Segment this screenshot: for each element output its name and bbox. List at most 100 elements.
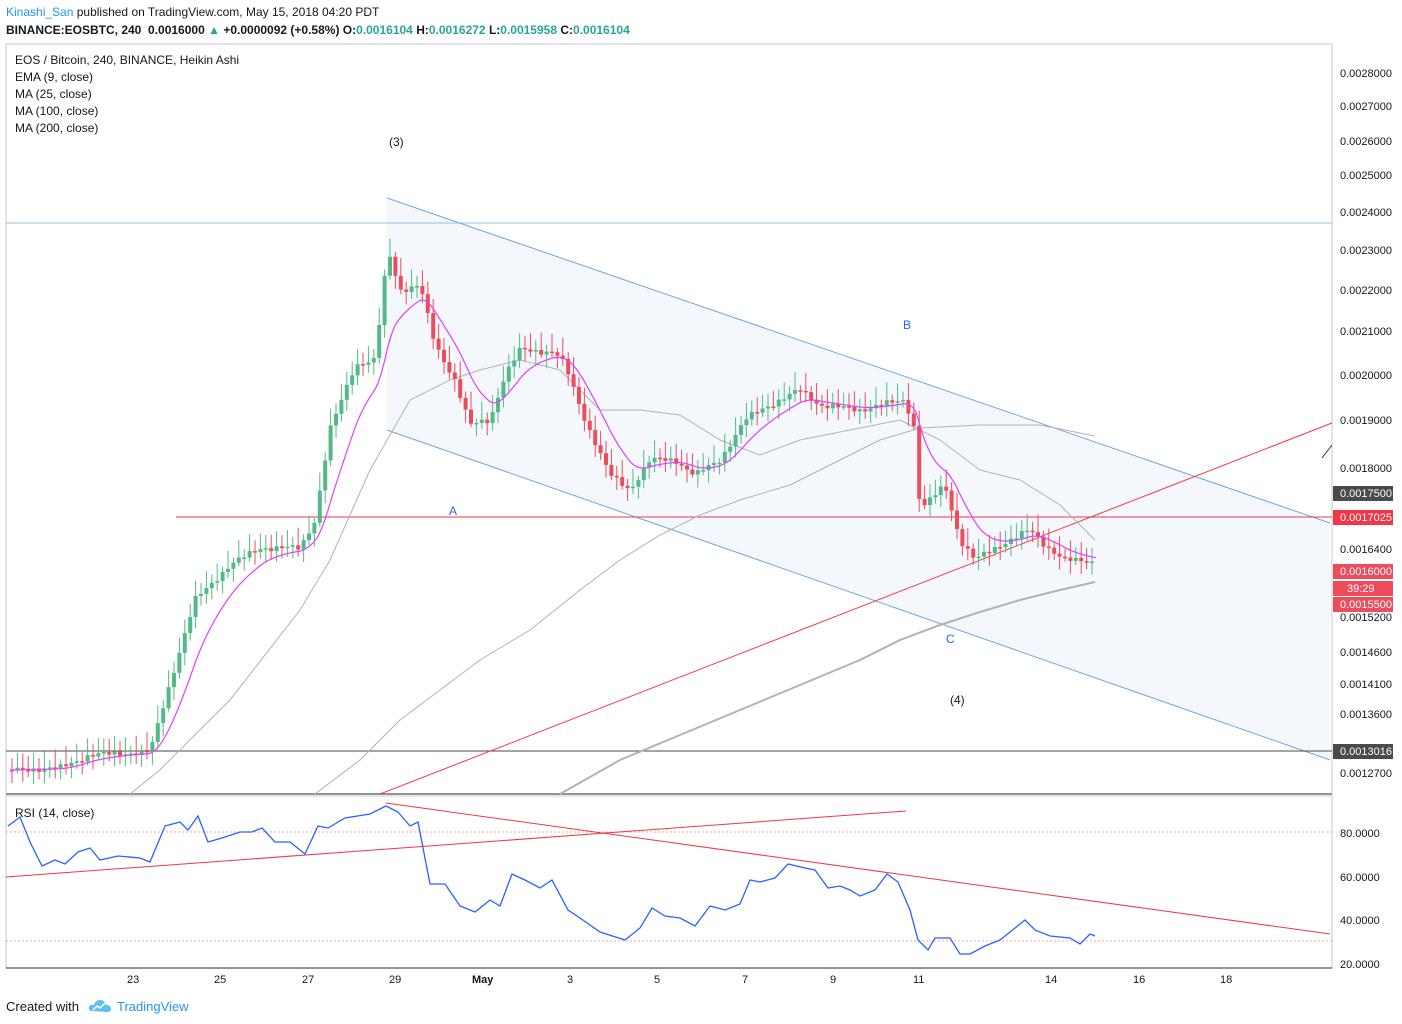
candle-body (161, 708, 166, 724)
candle-body (188, 616, 193, 634)
candle-body (404, 289, 409, 292)
time-axis[interactable]: 23 25 27 29 May 3 5 7 9 11 14 16 18 (127, 974, 1232, 986)
candle-body (658, 457, 662, 460)
author-link[interactable]: Kinashi_San (6, 5, 73, 19)
rsi-line (7, 805, 1096, 955)
candle-body (668, 458, 673, 461)
rsi-trendline-down[interactable] (385, 802, 1331, 935)
candle-body (431, 313, 436, 339)
rsi-legend[interactable]: RSI (14, close) (15, 806, 94, 820)
price-tick: 0.0014100 (1340, 679, 1392, 691)
wave-b-label: B (903, 318, 911, 332)
candle-body (712, 462, 716, 465)
chart-canvas[interactable]: EOS / Bitcoin, 240, BINANCE, Heikin Ashi… (0, 42, 1402, 994)
rsi-tick: 60.0000 (1340, 872, 1380, 884)
wave-c-label: C (946, 632, 955, 646)
candle-body (231, 562, 236, 569)
price-tag-15500: 0.0015500 (1340, 599, 1392, 611)
candle-body (361, 364, 365, 366)
candle-body (469, 409, 473, 424)
price-tick: 0.0023000 (1340, 245, 1392, 257)
legend-ema[interactable]: EMA (9, close) (15, 70, 93, 84)
candle-body (247, 551, 252, 558)
candle-body (280, 546, 284, 549)
candle-body (906, 399, 911, 414)
wave-a-label: A (449, 504, 457, 518)
candle-body (344, 384, 349, 400)
candle-body (312, 522, 317, 534)
candle-body (236, 557, 241, 563)
candle-body (496, 397, 500, 413)
up-triangle-icon: ▲ (208, 23, 220, 37)
high-value: 0.0016272 (428, 23, 486, 37)
candle-body (85, 755, 90, 762)
candle-body (938, 486, 943, 496)
candle-body (290, 545, 295, 547)
candle-body (1068, 557, 1073, 561)
candle-body (674, 458, 679, 464)
candle-body (679, 463, 684, 466)
candle-body (852, 406, 857, 412)
candle-body (701, 470, 706, 472)
candle-body (917, 425, 922, 499)
candle-body (420, 286, 425, 295)
time-label: 3 (567, 974, 573, 986)
candle-body (388, 256, 392, 276)
candle-body (301, 540, 306, 550)
candle-body (987, 551, 992, 554)
publish-line: Kinashi_San published on TradingView.com… (6, 5, 379, 19)
candle-body (263, 548, 268, 550)
price-axis[interactable]: 0.0028000 0.0027000 0.0026000 0.0025000 … (1340, 68, 1392, 780)
candle-body (733, 434, 738, 447)
candle-body (506, 366, 511, 382)
price-tick: 0.0020000 (1340, 370, 1392, 382)
candle-body (949, 490, 954, 511)
price-tick: 0.0018000 (1340, 463, 1392, 475)
candle-body (641, 467, 646, 481)
candle-body (80, 761, 85, 763)
rsi-tick: 20.0000 (1340, 959, 1380, 971)
ohlc-line: BINANCE:EOSBTC, 240 0.0016000 ▲ +0.00000… (6, 23, 630, 37)
tradingview-link[interactable]: TradingView (117, 999, 189, 1014)
candle-body (479, 419, 484, 423)
candle-body (523, 347, 527, 350)
legend-ma25[interactable]: MA (25, close) (15, 87, 92, 101)
time-label: 14 (1045, 974, 1057, 986)
candle-body (172, 672, 176, 688)
low-label: L: (488, 23, 501, 37)
candle-body (350, 375, 355, 385)
rsi-trendline-up[interactable] (5, 810, 907, 878)
candle-body (409, 286, 414, 292)
candle-body (258, 549, 263, 553)
candle-body (501, 381, 506, 398)
candle-body (809, 392, 814, 401)
footer: Created with TradingView (0, 994, 1402, 1024)
candle-body (663, 458, 668, 461)
candle-body (933, 495, 938, 498)
low-value: 0.0015958 (500, 23, 558, 37)
candle-body (884, 400, 889, 406)
candle-body (544, 351, 549, 355)
price-tag-17025: 0.0017025 (1340, 512, 1392, 524)
candle-body (992, 547, 997, 553)
price-tick: 0.0027000 (1340, 101, 1392, 113)
time-label: 16 (1133, 974, 1145, 986)
published-text: published on TradingView.com, May 15, 20… (76, 5, 380, 19)
candle-body (20, 767, 25, 770)
candle-body (101, 752, 106, 754)
candle-body (285, 546, 290, 549)
legend-ma200[interactable]: MA (200, close) (15, 121, 98, 135)
candle-body (555, 352, 560, 356)
candle-body (339, 399, 344, 414)
candle-body (118, 751, 122, 756)
time-label: 7 (742, 974, 748, 986)
candle-body (739, 425, 743, 435)
legend-ma100[interactable]: MA (100, close) (15, 104, 98, 118)
high-label: H: (416, 23, 429, 37)
tradingview-cloud-icon[interactable] (88, 997, 112, 1015)
time-label: 11 (913, 974, 924, 986)
price-tag-13016: 0.0013016 (1340, 746, 1392, 758)
price-tick: 0.0028000 (1340, 68, 1392, 80)
candle-body (976, 556, 981, 559)
symbol-line: BINANCE:EOSBTC, 240 (6, 23, 142, 37)
